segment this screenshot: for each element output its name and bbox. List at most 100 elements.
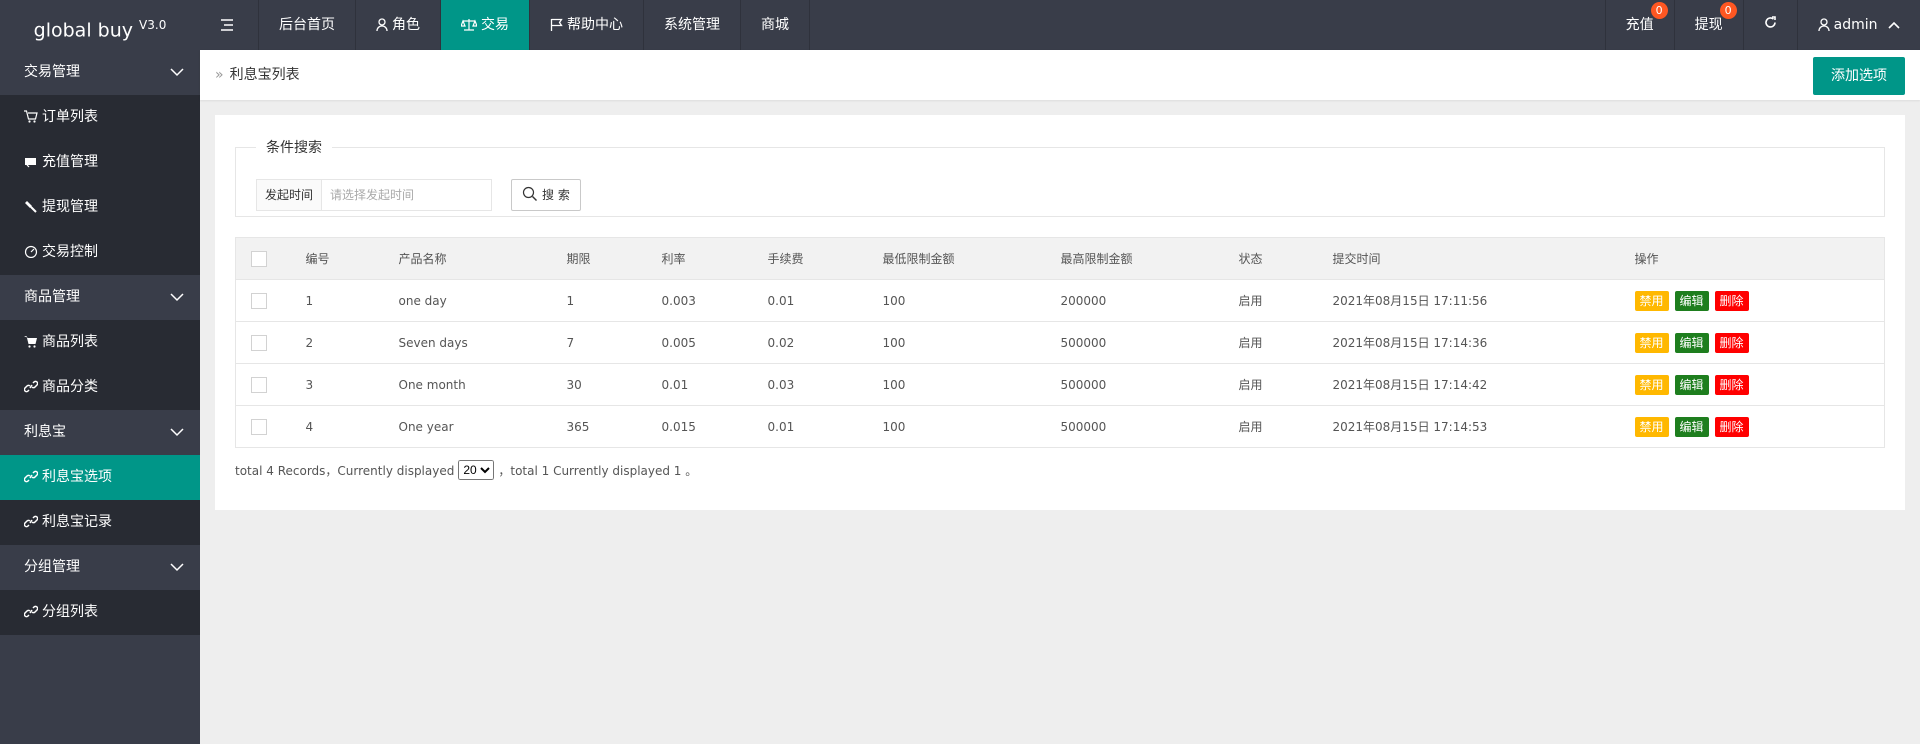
disable-button[interactable]: 禁用 xyxy=(1634,332,1669,353)
disable-button[interactable]: 禁用 xyxy=(1634,416,1669,437)
nav-dashboard[interactable]: 后台首页 xyxy=(259,0,356,50)
nav-roles[interactable]: 角色 xyxy=(356,0,441,50)
cell-submit-time: 2021年08月15日 17:14:36 xyxy=(1317,321,1620,364)
recharge-link[interactable]: 充值 0 xyxy=(1604,0,1674,50)
cell-actions: 禁用 编辑 删除 xyxy=(1619,363,1885,406)
cart-icon xyxy=(24,336,37,348)
cell-status: 启用 xyxy=(1223,405,1318,448)
col-fee[interactable]: 手续费 xyxy=(752,237,868,280)
row-checkbox[interactable] xyxy=(251,418,267,435)
cell-term: 365 xyxy=(551,405,647,448)
sidebar-item-trade-control[interactable]: 交易控制 xyxy=(0,230,200,275)
row-checkbox[interactable] xyxy=(251,292,267,309)
link-icon xyxy=(23,515,39,528)
nav-help[interactable]: 帮助中心 xyxy=(530,0,644,50)
cell-product: one day xyxy=(383,279,552,322)
sidebar-group-goods[interactable]: 商品管理 xyxy=(0,275,200,320)
sidebar-item-withdraw[interactable]: 提现管理 xyxy=(0,185,200,230)
sidebar-item-orders[interactable]: 订单列表 xyxy=(0,95,200,140)
col-min-amount[interactable]: 最低限制金额 xyxy=(867,237,1046,280)
cell-term: 7 xyxy=(551,321,647,364)
withdraw-badge: 0 xyxy=(1719,2,1737,19)
col-rate[interactable]: 利率 xyxy=(646,237,753,280)
cell-actions: 禁用 编辑 删除 xyxy=(1619,279,1885,322)
cell-product: One year xyxy=(383,405,552,448)
search-fieldset: 条件搜索 发起时间 请选择发起时间 搜 索 xyxy=(235,137,1885,217)
delete-button[interactable]: 删除 xyxy=(1714,332,1749,353)
edit-button[interactable]: 编辑 xyxy=(1674,332,1709,353)
nav-shop[interactable]: 商城 xyxy=(741,0,810,50)
search-button-label: 搜 索 xyxy=(542,188,570,202)
sidebar-item-label: 商品分类 xyxy=(42,379,98,395)
sidebar-item-goods-category[interactable]: 商品分类 xyxy=(0,365,200,410)
withdraw-link[interactable]: 提现 0 xyxy=(1673,0,1743,50)
col-max-amount[interactable]: 最高限制金额 xyxy=(1045,237,1224,280)
cell-submit-time: 2021年08月15日 17:11:56 xyxy=(1317,279,1620,322)
col-status[interactable]: 状态 xyxy=(1223,237,1318,280)
search-button[interactable]: 搜 索 xyxy=(511,179,581,211)
user-menu[interactable]: admin xyxy=(1796,0,1920,50)
table-row: 2 Seven days 7 0.005 0.02 100 500000 启用 2021年08月… xyxy=(235,321,1885,364)
chevron-down-icon xyxy=(170,68,184,77)
col-submit-time[interactable]: 提交时间 xyxy=(1317,237,1620,280)
sidebar-item-interest-options[interactable]: 利息宝选项 xyxy=(0,455,200,500)
edit-button[interactable]: 编辑 xyxy=(1674,374,1709,395)
withdraw-label: 提现 xyxy=(1694,17,1723,33)
delete-button[interactable]: 删除 xyxy=(1714,416,1749,437)
breadcrumb-text: 利息宝列表 xyxy=(229,67,300,83)
row-checkbox[interactable] xyxy=(251,376,267,393)
sidebar-item-goods-list[interactable]: 商品列表 xyxy=(0,320,200,365)
edit-button[interactable]: 编辑 xyxy=(1674,290,1709,311)
pager-prefix: total 4 Records，Currently displayed xyxy=(235,463,455,478)
sidebar-group-trade[interactable]: 交易管理 xyxy=(0,50,200,95)
disable-button[interactable]: 禁用 xyxy=(1634,290,1669,311)
cell-rate: 0.003 xyxy=(646,279,753,322)
date-filter-label: 发起时间 xyxy=(256,179,323,211)
sidebar-group-label: 利息宝 xyxy=(24,424,66,440)
edit-button[interactable]: 编辑 xyxy=(1674,416,1709,437)
cell-max-amount: 500000 xyxy=(1045,321,1224,364)
recharge-label: 充值 xyxy=(1625,17,1654,33)
refresh-button[interactable] xyxy=(1742,0,1797,50)
nav-trade[interactable]: 交易 xyxy=(441,0,530,50)
table-row: 1 one day 1 0.003 0.01 100 200000 启用 2021年08月15日… xyxy=(235,279,1885,322)
scale-icon xyxy=(460,19,478,31)
cell-actions: 禁用 编辑 删除 xyxy=(1619,405,1885,448)
date-filter-input[interactable]: 请选择发起时间 xyxy=(322,179,493,211)
content-card: 条件搜索 发起时间 请选择发起时间 搜 索 编号 产品名称 期限 利率 手续费 … xyxy=(215,115,1905,510)
col-term[interactable]: 期限 xyxy=(551,237,647,280)
nav-system[interactable]: 系统管理 xyxy=(644,0,741,50)
nav-label: 帮助中心 xyxy=(567,17,623,33)
nav-label: 交易 xyxy=(481,17,509,33)
select-all-checkbox[interactable] xyxy=(251,250,267,267)
sidebar-group-label: 商品管理 xyxy=(24,289,80,305)
cell-fee: 0.03 xyxy=(752,363,868,406)
interest-options-table: 编号 产品名称 期限 利率 手续费 最低限制金额 最高限制金额 状态 提交时间 … xyxy=(235,237,1885,448)
sidebar-group-groups[interactable]: 分组管理 xyxy=(0,545,200,590)
app-logo[interactable]: global buy V3.0 xyxy=(0,0,200,50)
sidebar-group-interest[interactable]: 利息宝 xyxy=(0,410,200,455)
row-checkbox[interactable] xyxy=(251,334,267,351)
sidebar-item-interest-records[interactable]: 利息宝记录 xyxy=(0,500,200,545)
menu-toggle-button[interactable] xyxy=(200,0,259,50)
cell-rate: 0.015 xyxy=(646,405,753,448)
cell-term: 30 xyxy=(551,363,647,406)
add-option-button[interactable]: 添加选项 xyxy=(1813,57,1905,95)
sidebar-item-recharge[interactable]: 充值管理 xyxy=(0,140,200,185)
top-right-nav: 充值 0 提现 0 admin xyxy=(1604,0,1920,50)
row-select-cell xyxy=(235,363,291,406)
sidebar: 交易管理 订单列表 充值管理 提现管理 交易控制 商品管理 商品列表 商品分类 … xyxy=(0,50,200,744)
cell-fee: 0.01 xyxy=(752,405,868,448)
delete-button[interactable]: 删除 xyxy=(1714,290,1749,311)
sidebar-item-label: 订单列表 xyxy=(42,109,98,125)
cell-min-amount: 100 xyxy=(867,405,1046,448)
disable-button[interactable]: 禁用 xyxy=(1634,374,1669,395)
col-product[interactable]: 产品名称 xyxy=(383,237,552,280)
page-size-select[interactable]: 20 xyxy=(458,460,495,480)
col-id[interactable]: 编号 xyxy=(290,237,384,280)
app-name: global buy xyxy=(33,19,133,42)
sidebar-item-group-list[interactable]: 分组列表 xyxy=(0,590,200,635)
user-name: admin xyxy=(1833,17,1878,33)
cell-min-amount: 100 xyxy=(867,321,1046,364)
delete-button[interactable]: 删除 xyxy=(1714,374,1749,395)
